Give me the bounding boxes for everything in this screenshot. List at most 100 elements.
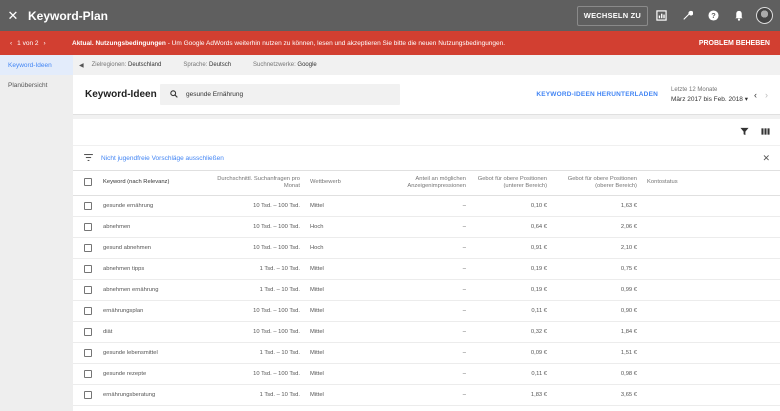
column-header-competition[interactable]: Wettbewerb <box>306 171 376 196</box>
row-checkbox[interactable] <box>84 369 92 378</box>
bid-low-cell: 0,09 € <box>472 342 553 364</box>
row-checkbox[interactable] <box>84 306 92 315</box>
row-checkbox[interactable] <box>84 390 92 399</box>
row-checkbox[interactable] <box>84 264 92 273</box>
table-row[interactable]: abnehmen ernährung 1 Tsd. – 10 Tsd. Mitt… <box>73 279 780 301</box>
select-all-checkbox[interactable] <box>84 178 92 187</box>
competition-cell: Hoch <box>306 216 376 238</box>
bid-high-cell: 2,10 € <box>553 237 643 259</box>
page-header: Keyword-Ideen gesunde Ernährung KEYWORD-… <box>73 75 780 115</box>
date-range-label: Letzte 12 Monate <box>671 86 718 93</box>
row-checkbox[interactable] <box>84 327 92 336</box>
searches-cell: 10 Tsd. – 100 Tsd. <box>209 321 306 343</box>
column-header-bid-low[interactable]: Gebot für obere Positionen (unterer Bere… <box>472 171 553 196</box>
table-row[interactable]: ernährungsplan 10 Tsd. – 100 Tsd. Mittel… <box>73 300 780 322</box>
previous-period-icon[interactable]: ‹ <box>754 90 757 100</box>
keyword-table-card: Nicht jugendfreie Vorschläge ausschließe… <box>73 119 780 411</box>
sidebar-item-plan-overview[interactable]: Planübersicht <box>0 75 73 95</box>
location-filter[interactable]: Zielregionen: Deutschland <box>92 62 162 68</box>
searches-cell: 1 Tsd. – 10 Tsd. <box>209 279 306 301</box>
chevron-right-icon[interactable]: › <box>44 40 46 47</box>
keyword-cell: abnehmen tipps <box>103 258 209 280</box>
alert-title: Aktual. Nutzungsbedingungen <box>72 39 166 47</box>
bid-high-cell: 2,06 € <box>553 216 643 238</box>
filter-icon[interactable] <box>740 123 749 141</box>
download-keyword-ideas-button[interactable]: KEYWORD-IDEEN HERUNTERLADEN <box>536 91 658 98</box>
table-row[interactable]: abnehmen tipps 1 Tsd. – 10 Tsd. Mittel –… <box>73 258 780 280</box>
bid-low-cell: 0,11 € <box>472 363 553 385</box>
row-checkbox[interactable] <box>84 348 92 357</box>
bid-high-cell: 0,99 € <box>553 279 643 301</box>
app-title: Keyword-Plan <box>28 8 109 23</box>
competition-cell: Hoch <box>306 237 376 259</box>
impressions-cell: – <box>376 342 472 364</box>
table-row[interactable]: abnehmen 10 Tsd. – 100 Tsd. Hoch – 0,64 … <box>73 216 780 238</box>
status-cell <box>643 342 780 364</box>
column-header-bid-high[interactable]: Gebot für obere Positionen (oberer Berei… <box>553 171 643 196</box>
table-row[interactable]: ernährungsberatung 1 Tsd. – 10 Tsd. Mitt… <box>73 384 780 406</box>
status-cell <box>643 384 780 406</box>
keyword-cell: abnehmen ernährung <box>103 279 209 301</box>
row-checkbox[interactable] <box>84 285 92 294</box>
column-header-searches[interactable]: Durchschnittl. Suchanfragen pro Monat <box>209 171 306 196</box>
impressions-cell: – <box>376 384 472 406</box>
competition-cell: Mittel <box>306 321 376 343</box>
column-header-keyword[interactable]: Keyword (nach Relevanz) <box>103 171 209 196</box>
bid-low-cell: 0,64 € <box>472 216 553 238</box>
table-row[interactable]: diät 10 Tsd. – 100 Tsd. Mittel – 0,32 € … <box>73 321 780 343</box>
bid-high-cell: 0,98 € <box>553 363 643 385</box>
help-icon[interactable]: ? <box>700 0 726 31</box>
avatar[interactable] <box>756 7 773 24</box>
status-cell <box>643 321 780 343</box>
searches-cell: 1 Tsd. – 10 Tsd. <box>209 384 306 406</box>
bid-high-cell: 0,75 € <box>553 258 643 280</box>
page-title: Keyword-Ideen <box>85 89 157 100</box>
competition-cell: Mittel <box>306 258 376 280</box>
table-row[interactable]: gesunde rezepte 10 Tsd. – 100 Tsd. Mitte… <box>73 363 780 385</box>
columns-icon[interactable] <box>761 123 770 141</box>
bid-high-cell: 1,51 € <box>553 342 643 364</box>
table-row[interactable]: gesund abnehmen 10 Tsd. – 100 Tsd. Hoch … <box>73 237 780 259</box>
bid-high-cell: 1,63 € <box>553 195 643 217</box>
keyword-table: Keyword (nach Relevanz) Durchschnittl. S… <box>73 171 780 406</box>
notifications-icon[interactable] <box>726 0 752 31</box>
table-row[interactable]: gesunde ernährung 10 Tsd. – 100 Tsd. Mit… <box>73 195 780 217</box>
column-header-status[interactable]: Kontostatus <box>643 171 780 196</box>
column-header-impressions[interactable]: Anteil an möglichen Anzeigenimpressionen <box>376 171 472 196</box>
chevron-left-icon[interactable]: ‹ <box>10 40 12 47</box>
wrench-icon[interactable] <box>674 0 700 31</box>
adult-filter-chip[interactable]: Nicht jugendfreie Vorschläge ausschließe… <box>101 155 224 162</box>
collapse-triangle-icon[interactable]: ◀ <box>79 62 84 69</box>
table-row[interactable]: gesunde lebensmittel 1 Tsd. – 10 Tsd. Mi… <box>73 342 780 364</box>
impressions-cell: – <box>376 321 472 343</box>
table-header-row: Keyword (nach Relevanz) Durchschnittl. S… <box>73 171 780 196</box>
impressions-cell: – <box>376 237 472 259</box>
competition-cell: Mittel <box>306 300 376 322</box>
date-range-selector[interactable]: Letzte 12 Monate März 2017 bis Feb. 2018… <box>671 86 748 104</box>
searches-cell: 10 Tsd. – 100 Tsd. <box>209 300 306 322</box>
status-cell <box>643 258 780 280</box>
network-filter[interactable]: Suchnetzwerke: Google <box>253 62 317 68</box>
searches-cell: 10 Tsd. – 100 Tsd. <box>209 216 306 238</box>
sidebar-item-keyword-ideas[interactable]: Keyword-Ideen <box>0 55 73 75</box>
next-period-icon[interactable]: › <box>765 90 768 100</box>
close-icon[interactable]: ✕ <box>0 8 26 24</box>
keyword-cell: ernährungsberatung <box>103 384 209 406</box>
row-checkbox[interactable] <box>84 222 92 231</box>
keyword-search-input[interactable]: gesunde Ernährung <box>160 84 400 105</box>
fix-problem-button[interactable]: PROBLEM BEHEBEN <box>699 40 770 47</box>
close-icon[interactable]: ✕ <box>762 153 770 164</box>
keyword-cell: abnehmen <box>103 216 209 238</box>
impressions-cell: – <box>376 195 472 217</box>
reports-icon[interactable] <box>648 0 674 31</box>
keyword-cell: gesunde rezepte <box>103 363 209 385</box>
alert-message: Aktual. Nutzungsbedingungen - Um Google … <box>72 40 505 47</box>
impressions-cell: – <box>376 216 472 238</box>
language-filter[interactable]: Sprache: Deutsch <box>183 62 231 68</box>
row-checkbox[interactable] <box>84 243 92 252</box>
keyword-cell: gesund abnehmen <box>103 237 209 259</box>
dropdown-arrow-icon: ▾ <box>744 95 748 103</box>
row-checkbox[interactable] <box>84 201 92 210</box>
switch-to-button[interactable]: WECHSELN ZU <box>576 5 648 26</box>
bid-high-cell: 3,65 € <box>553 384 643 406</box>
